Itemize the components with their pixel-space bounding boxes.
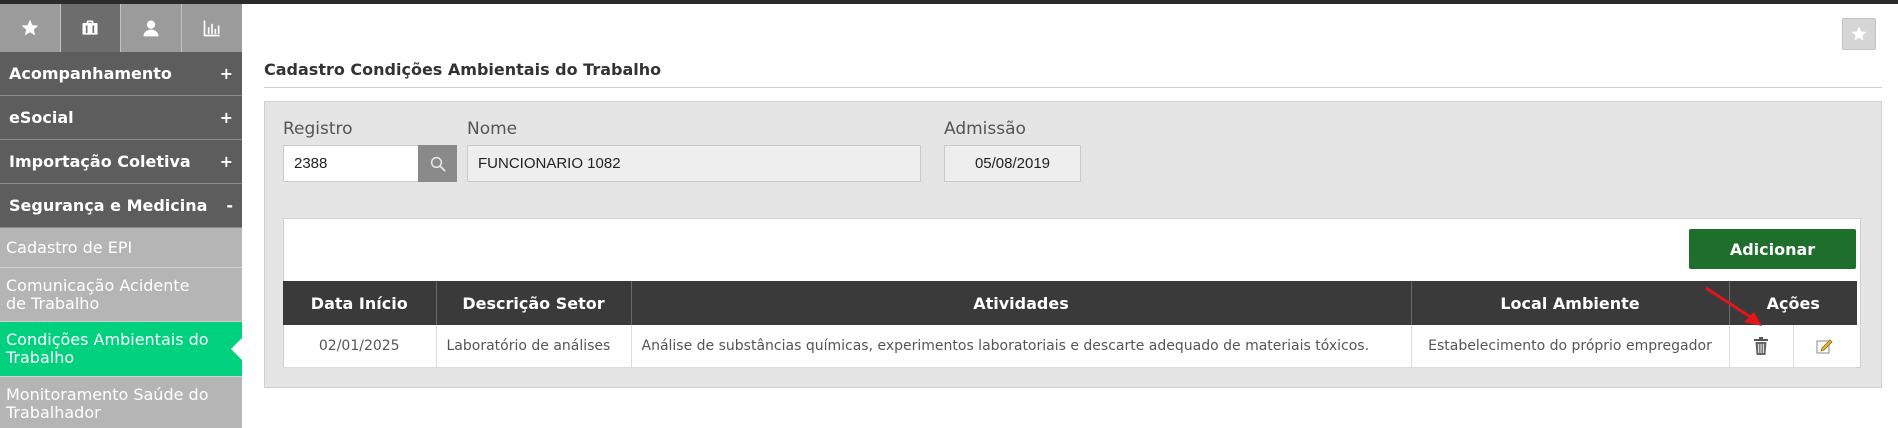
column-header-acoes: Ações xyxy=(1729,281,1858,325)
bar-chart-icon xyxy=(203,20,220,37)
sidebar-icon-tabs xyxy=(0,4,242,52)
sidebar-item-label: Monitoramento Saúde do Trabalhador xyxy=(6,384,209,422)
page-title: Cadastro Condições Ambientais do Trabalh… xyxy=(264,60,662,79)
column-header-descricao-setor: Descrição Setor xyxy=(436,281,632,325)
expand-icon: + xyxy=(219,108,233,127)
cell-data-inicio: 02/01/2025 xyxy=(283,325,437,368)
trash-icon xyxy=(1754,336,1768,355)
top-border xyxy=(0,0,1898,4)
cell-local-ambiente: Estabelecimento do próprio empregador xyxy=(1411,325,1730,368)
sidebar-item-label: Comunicação Acidente de Trabalho xyxy=(6,275,190,313)
registro-input[interactable]: 2388 xyxy=(283,145,419,182)
cell-atividades: Análise de substâncias químicas, experim… xyxy=(631,325,1412,368)
add-button[interactable]: Adicionar xyxy=(1689,229,1856,269)
cell-descricao-setor: Laboratório de análises xyxy=(436,325,632,368)
menu-seguranca-medicina[interactable]: Segurança e Medicina - xyxy=(0,184,242,228)
menu-importacao-coletiva[interactable]: Importação Coletiva + xyxy=(0,140,242,184)
column-header-data-inicio: Data Início xyxy=(283,281,437,325)
nome-label: Nome xyxy=(467,119,518,139)
sidebar-item-label: Condições Ambientais do Trabalho xyxy=(6,330,209,367)
tab-user[interactable] xyxy=(121,4,182,52)
edit-icon xyxy=(1816,339,1833,354)
admissao-label: Admissão xyxy=(944,119,1026,139)
star-icon xyxy=(21,19,39,36)
column-header-local-ambiente: Local Ambiente xyxy=(1411,281,1730,325)
employee-filter-panel: Registro 2388 Nome FUNCIONARIO 1082 Admi… xyxy=(264,101,1882,199)
tab-reports[interactable] xyxy=(181,4,242,52)
menu-acompanhamento[interactable]: Acompanhamento + xyxy=(0,52,242,96)
star-icon xyxy=(1851,26,1867,41)
edit-button[interactable] xyxy=(1793,325,1858,368)
tab-favorites[interactable] xyxy=(0,4,61,52)
search-button[interactable] xyxy=(418,145,457,182)
title-divider xyxy=(264,87,1882,88)
sidebar: Acompanhamento + eSocial + Importação Co… xyxy=(0,4,242,428)
expand-icon: + xyxy=(219,64,233,83)
sidebar-item-condicoes-ambientais[interactable]: Condições Ambientais do Trabalho xyxy=(0,322,242,377)
briefcase-icon xyxy=(82,20,98,35)
search-icon xyxy=(430,156,446,172)
menu-label: Acompanhamento xyxy=(9,64,172,83)
column-header-atividades: Atividades xyxy=(631,281,1412,325)
menu-label: Importação Coletiva xyxy=(9,152,191,171)
admissao-field: 05/08/2019 xyxy=(944,145,1081,182)
favorite-button[interactable] xyxy=(1842,18,1876,50)
menu-esocial[interactable]: eSocial + xyxy=(0,96,242,140)
sidebar-item-monitoramento-saude[interactable]: Monitoramento Saúde do Trabalhador xyxy=(0,377,242,428)
sidebar-item-comunicacao-acidente[interactable]: Comunicação Acidente de Trabalho xyxy=(0,268,242,322)
menu-label: Segurança e Medicina xyxy=(9,196,208,215)
sidebar-item-label: Cadastro de EPI xyxy=(6,237,133,257)
tab-work[interactable] xyxy=(60,4,121,52)
nome-field: FUNCIONARIO 1082 xyxy=(467,145,921,182)
expand-icon: + xyxy=(219,152,233,171)
menu-label: eSocial xyxy=(9,108,74,127)
registro-label: Registro xyxy=(283,119,353,139)
table-row: 02/01/2025 Laboratório de análises Análi… xyxy=(283,325,1858,368)
user-icon xyxy=(143,20,159,37)
delete-button[interactable] xyxy=(1729,325,1794,368)
records-table: Data Início Descrição Setor Atividades L… xyxy=(283,281,1858,368)
sidebar-item-cadastro-epi[interactable]: Cadastro de EPI xyxy=(0,228,242,268)
table-header-row: Data Início Descrição Setor Atividades L… xyxy=(283,281,1858,325)
collapse-icon: - xyxy=(226,196,233,215)
